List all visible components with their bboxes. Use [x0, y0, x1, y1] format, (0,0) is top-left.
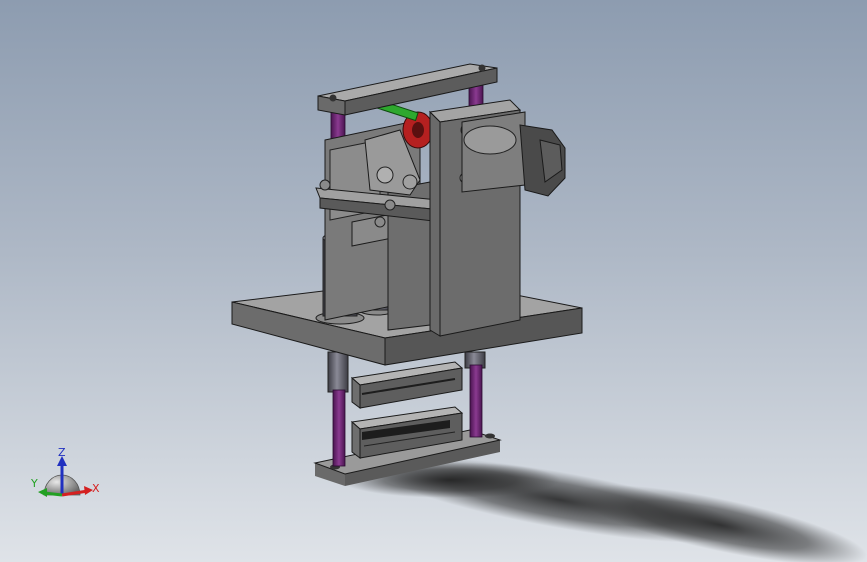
- press-die-assembly[interactable]: [231, 63, 583, 486]
- y-axis-arrow-icon: [38, 488, 47, 497]
- orientation-triad[interactable]: Z X Y: [30, 446, 100, 497]
- left-guide-rod-lower: [332, 389, 346, 467]
- upper-die-block[interactable]: [350, 361, 464, 409]
- z-axis-label: Z: [58, 446, 66, 459]
- left-guide-bushing: [327, 351, 349, 393]
- right-guide-rod-lower: [469, 364, 483, 438]
- cam-linkage[interactable]: [364, 96, 434, 196]
- graphics-viewport[interactable]: Z X Y: [0, 0, 867, 562]
- y-axis-label: Y: [30, 477, 38, 490]
- x-axis-label: X: [92, 482, 100, 495]
- drive-motor[interactable]: [461, 111, 566, 197]
